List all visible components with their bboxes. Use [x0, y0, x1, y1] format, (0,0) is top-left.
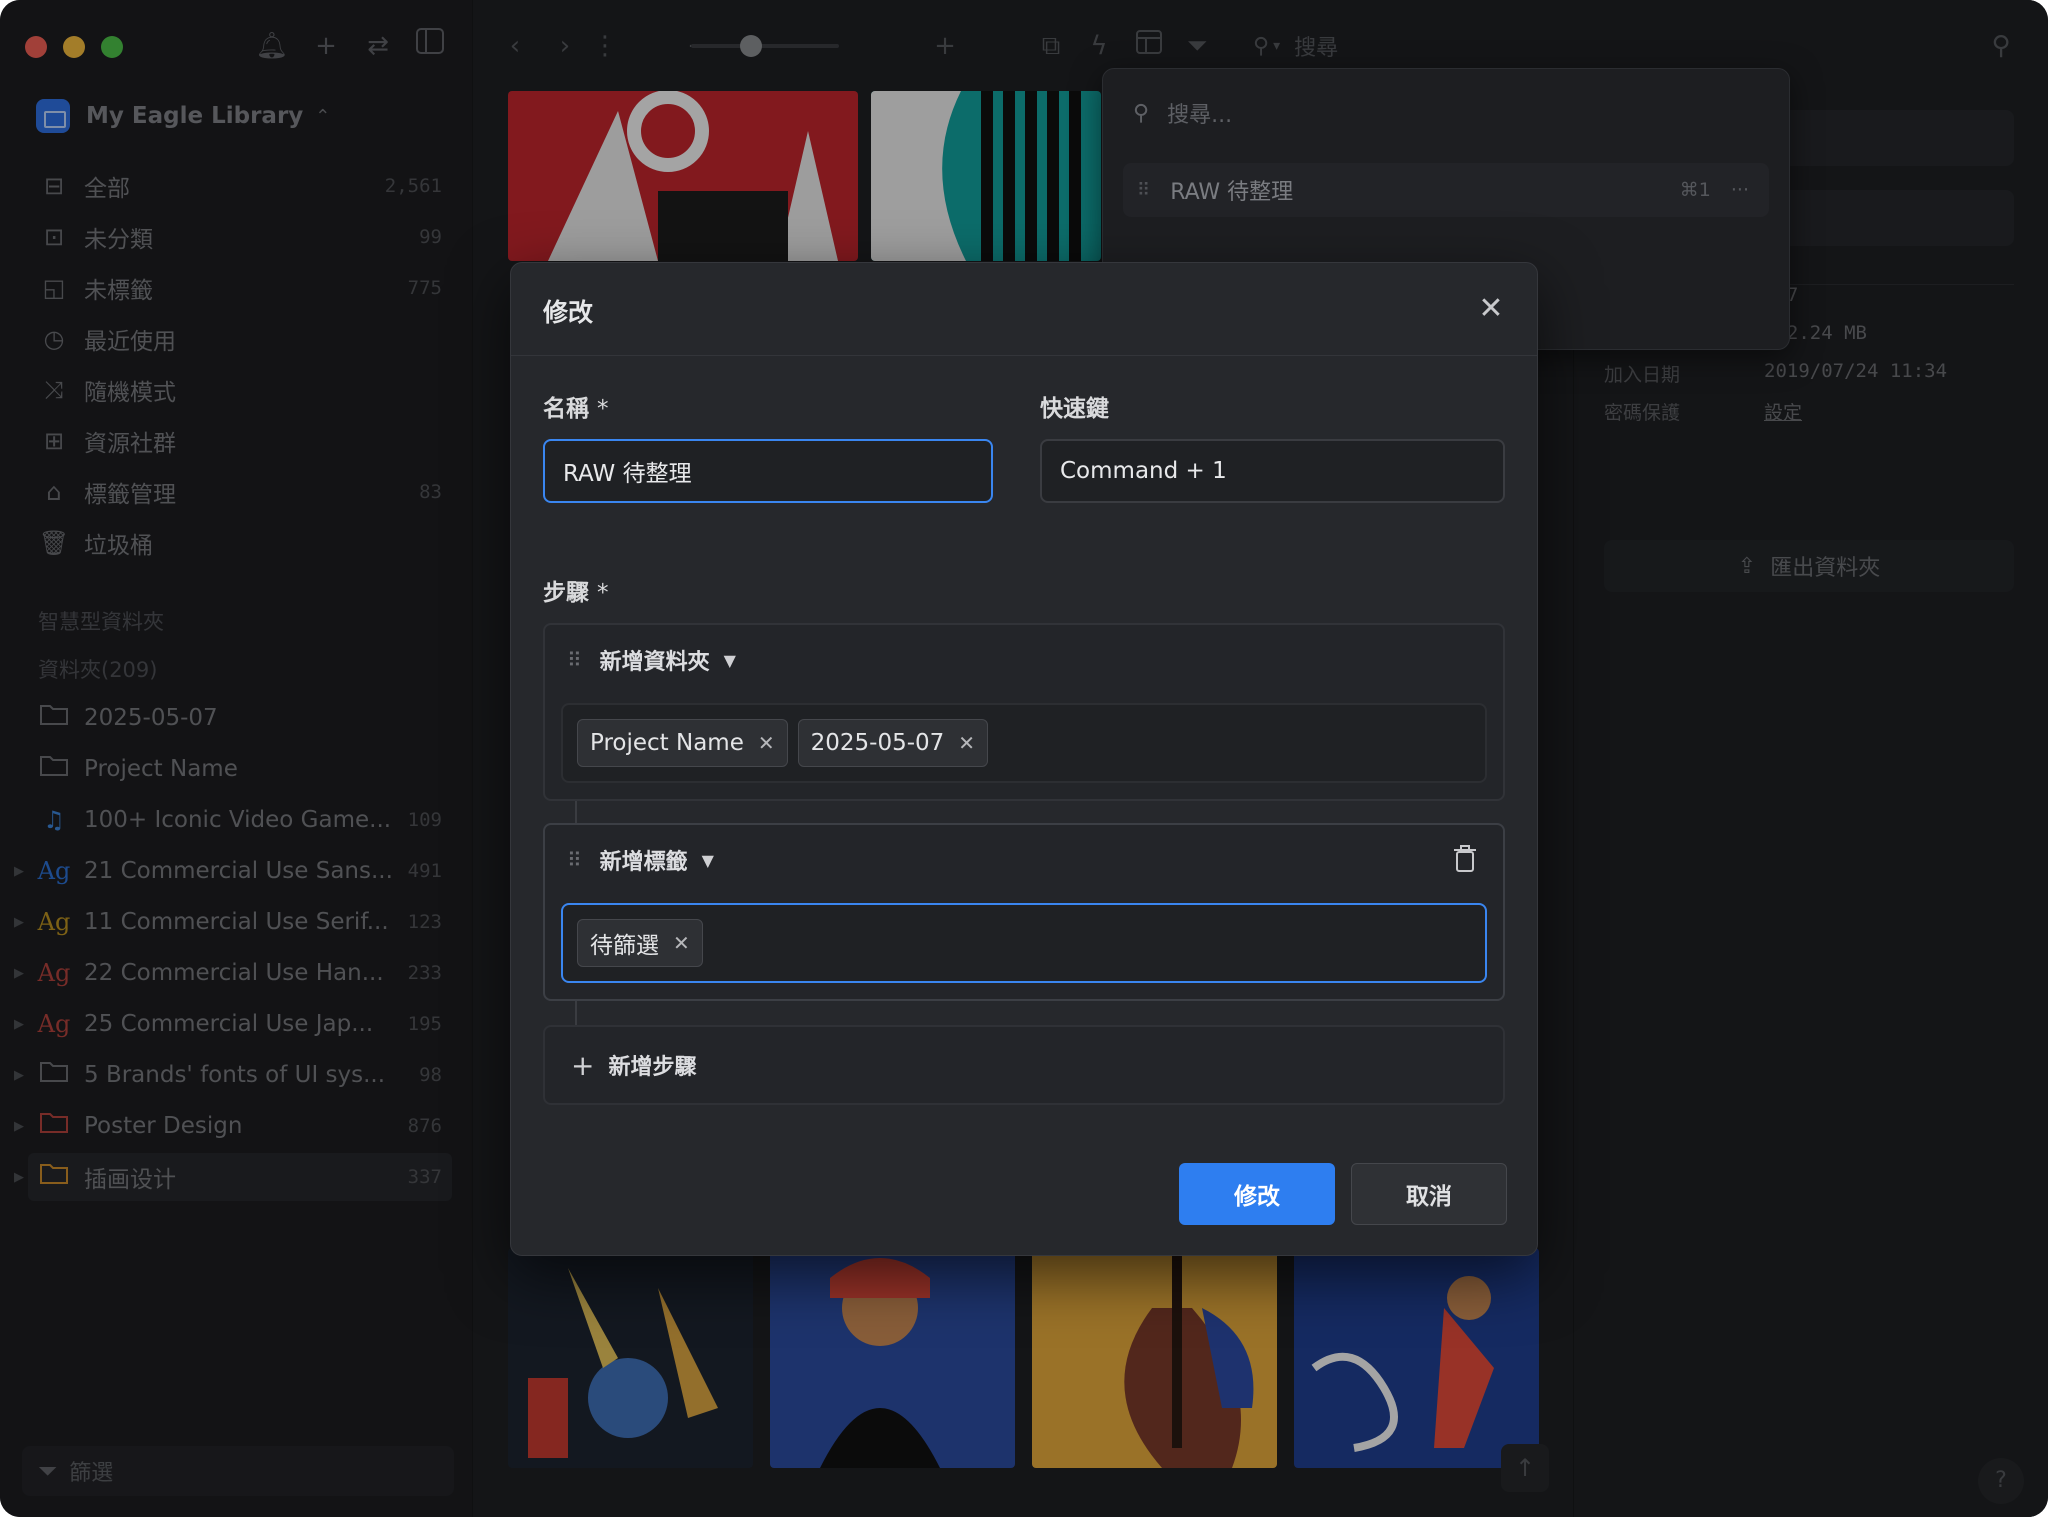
drag-handle-icon[interactable]: ⠿ — [567, 648, 582, 672]
eagle-app-window: 🔔︎ + ⇄ My Eagle Library ⌃ ⊟ 全部 2,561 ⊡ 未分類 99… — [0, 0, 2048, 1517]
drag-handle-icon[interactable]: ⠿ — [567, 848, 582, 872]
step-connector — [575, 801, 577, 823]
step-connector — [575, 1001, 577, 1025]
trash-icon[interactable] — [1449, 845, 1481, 877]
name-input[interactable]: RAW 待整理 — [543, 439, 993, 503]
dialog-header: 修改 ✕ — [511, 263, 1537, 356]
name-input-value: RAW 待整理 — [563, 461, 692, 487]
drag-handle-icon[interactable]: ⠿ — [1137, 180, 1150, 201]
step-header: ⠿ 新增標籤 ▼ — [545, 825, 714, 895]
remove-chip-icon[interactable]: ✕ — [758, 731, 775, 755]
edit-action-dialog: 修改 ✕ 名稱 * RAW 待整理 快速鍵 Command + 1 步驟 * ⠿ 新… — [510, 262, 1538, 1256]
add-step-label: 新增步驟 — [608, 1055, 697, 1080]
name-label: 名稱 * — [543, 396, 609, 422]
required-mark: * — [597, 580, 609, 606]
confirm-button[interactable]: 修改 — [1179, 1163, 1335, 1225]
search-icon: ⚲ — [1133, 100, 1150, 126]
shortcut-label: 快速鍵 — [1040, 396, 1109, 422]
shortcut-input-value: Command + 1 — [1060, 458, 1227, 484]
step-type-select[interactable]: 新增資料夾 — [600, 644, 710, 676]
step-add-tag: ⠿ 新增標籤 ▼ 待篩選 ✕ — [543, 823, 1505, 1001]
action-item-label: RAW 待整理 — [1170, 180, 1294, 205]
chip: 待篩選 ✕ — [577, 919, 703, 967]
action-item-shortcut: ⌘1 — [1679, 179, 1711, 201]
more-icon[interactable]: ··· — [1731, 179, 1749, 201]
action-item[interactable]: ⠿ RAW 待整理 ⌘1 ··· — [1123, 163, 1769, 217]
plus-icon: + — [571, 1048, 595, 1082]
chip: 2025-05-07 ✕ — [797, 719, 989, 767]
cancel-button[interactable]: 取消 — [1351, 1163, 1507, 1225]
chip: Project Name ✕ — [577, 719, 788, 767]
remove-chip-icon[interactable]: ✕ — [958, 731, 975, 755]
folder-chip-input[interactable]: Project Name ✕ 2025-05-07 ✕ — [561, 703, 1487, 783]
shortcut-input[interactable]: Command + 1 — [1040, 439, 1505, 503]
step-type-select[interactable]: 新增標籤 — [600, 844, 688, 876]
dialog-title: 修改 — [543, 298, 594, 327]
steps-label: 步驟 * — [543, 580, 609, 606]
action-search-placeholder: 搜尋... — [1167, 103, 1233, 128]
close-icon[interactable]: ✕ — [1471, 289, 1511, 329]
tag-chip-input[interactable]: 待篩選 ✕ — [561, 903, 1487, 983]
caret-down-icon[interactable]: ▼ — [702, 851, 714, 870]
remove-chip-icon[interactable]: ✕ — [673, 931, 690, 955]
required-mark: * — [597, 396, 609, 422]
add-step-button[interactable]: + 新增步驟 — [543, 1025, 1505, 1105]
step-add-folder: ⠿ 新增資料夾 ▼ Project Name ✕ 2025-05-07 ✕ — [543, 623, 1505, 801]
action-search[interactable]: ⚲ 搜尋... — [1133, 97, 1232, 129]
caret-down-icon[interactable]: ▼ — [724, 651, 736, 670]
step-header: ⠿ 新增資料夾 ▼ — [545, 625, 736, 695]
chip-label: 2025-05-07 — [810, 730, 945, 756]
chip-label: Project Name — [590, 730, 744, 756]
chip-label: 待篩選 — [590, 933, 659, 959]
